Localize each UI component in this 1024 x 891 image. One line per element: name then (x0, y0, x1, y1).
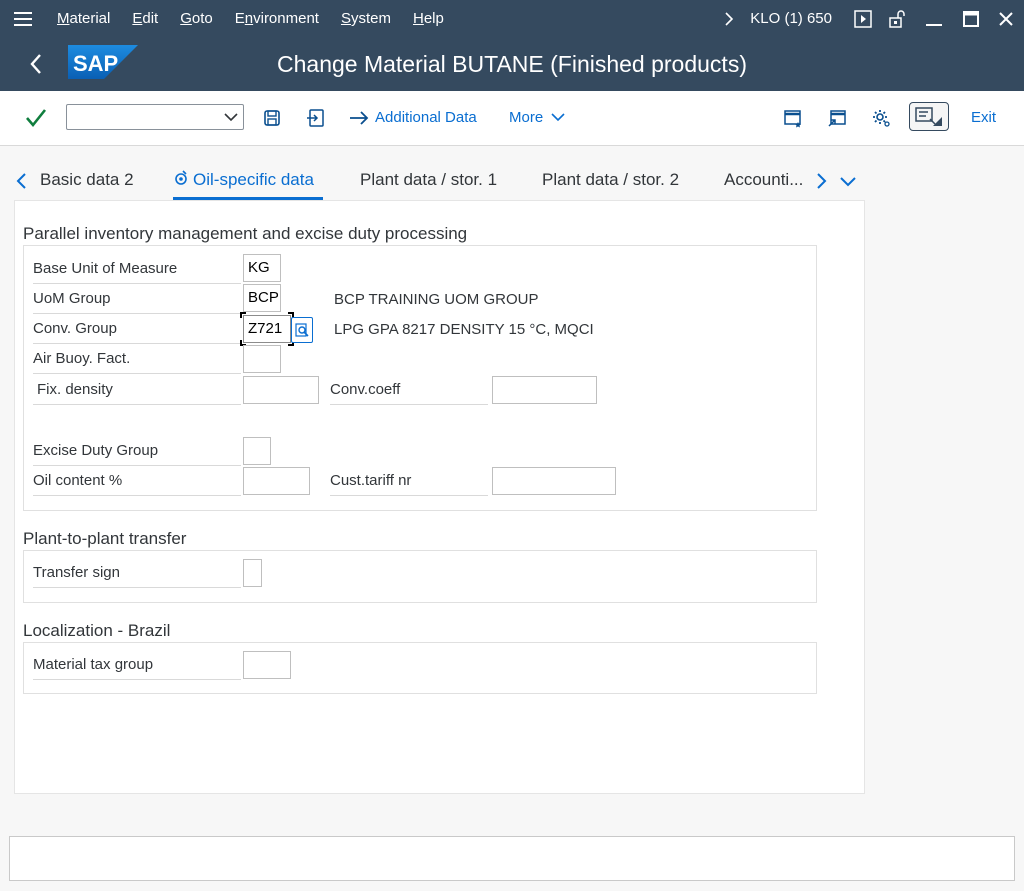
chevron-down-icon (551, 113, 565, 122)
lock-icon[interactable] (880, 0, 914, 37)
base-uom-label: Base Unit of Measure (33, 254, 241, 284)
tab-plant-data-stor-2[interactable]: Plant data / stor. 2 (542, 170, 679, 190)
uom-group-field[interactable]: BCP (243, 284, 281, 312)
tab-oil-specific-data[interactable]: Oil-specific data (173, 170, 314, 190)
focus-corner-tl (240, 312, 246, 318)
air-buoy-label: Air Buoy. Fact. (33, 344, 241, 374)
arrow-right-icon[interactable] (348, 107, 370, 129)
tab-strip: Basic data 2 Oil-specific data Plant dat… (0, 160, 870, 200)
additional-data-button[interactable]: Additional Data (375, 109, 477, 126)
transfer-sign-label: Transfer sign (33, 558, 241, 588)
excise-duty-group-field[interactable] (243, 437, 271, 465)
uom-group-label: UoM Group (33, 284, 241, 314)
conv-coeff-label: Conv.coeff (330, 375, 488, 405)
menu-system[interactable]: System (330, 10, 402, 27)
tab-list-chevron-down-icon[interactable] (839, 172, 857, 190)
chevron-right-icon[interactable] (712, 0, 746, 37)
fix-density-label: Fix. density (33, 375, 241, 405)
command-field[interactable] (66, 104, 244, 130)
toggle-icon[interactable] (909, 102, 949, 131)
close-icon[interactable] (988, 0, 1024, 37)
menu-goto[interactable]: Goto (169, 10, 224, 27)
maximize-icon[interactable] (954, 0, 988, 37)
checkmark-icon[interactable] (24, 107, 50, 131)
transfer-sign-field[interactable] (243, 559, 262, 587)
menu-edit[interactable]: Edit (121, 10, 169, 27)
tab-scroll-right-icon[interactable] (812, 172, 830, 190)
status-bar (9, 836, 1015, 881)
title-bar: SAP Change Material BUTANE (Finished pro… (0, 37, 1024, 91)
menu-bar: Material Edit Goto Environment System He… (0, 0, 1024, 37)
page-title: Change Material BUTANE (Finished product… (277, 51, 747, 77)
menu-help[interactable]: Help (402, 10, 455, 27)
oil-content-label: Oil content % (33, 466, 241, 496)
oil-content-field[interactable] (243, 467, 310, 495)
conv-group-label: Conv. Group (33, 314, 241, 344)
settings-icon[interactable] (870, 107, 892, 129)
tab-plant-data-stor-1[interactable]: Plant data / stor. 1 (360, 170, 497, 190)
generate-shortcut-icon[interactable] (826, 107, 848, 129)
conv-group-description: LPG GPA 8217 DENSITY 15 °C, MQCI (334, 321, 594, 338)
application-toolbar: Additional Data More Exit (0, 91, 1024, 146)
save-icon[interactable] (261, 107, 283, 129)
tab-basic-data-2[interactable]: Basic data 2 (40, 170, 134, 190)
material-tax-group-field[interactable] (243, 651, 291, 679)
menu-environment[interactable]: Environment (224, 10, 330, 27)
menu-icon[interactable] (0, 0, 46, 37)
exit-button[interactable]: Exit (971, 109, 996, 126)
menu-material[interactable]: Material (46, 10, 121, 27)
tab-oil-specific-label: Oil-specific data (193, 170, 314, 189)
cust-tariff-field[interactable] (492, 467, 616, 495)
more-label: More (509, 109, 544, 126)
oil-tab-icon (175, 170, 187, 185)
minimize-icon[interactable] (914, 0, 954, 37)
uom-group-description: BCP TRAINING UOM GROUP (334, 291, 539, 308)
parallel-inventory-title: Parallel inventory management and excise… (23, 224, 468, 243)
fix-density-field[interactable] (243, 376, 319, 404)
tab-accounting[interactable]: Accounti... (724, 170, 803, 190)
system-info[interactable]: KLO (1) 650 (746, 10, 846, 27)
new-window-icon[interactable] (782, 107, 804, 129)
conv-group-field[interactable]: Z721 (243, 315, 291, 343)
conv-coeff-field[interactable] (492, 376, 597, 404)
excise-duty-group-label: Excise Duty Group (33, 436, 241, 466)
more-button[interactable]: More (509, 109, 565, 126)
tab-scroll-left-icon[interactable] (13, 172, 31, 190)
base-uom-field[interactable]: KG (243, 254, 281, 282)
air-buoy-field[interactable] (243, 345, 281, 373)
plant-transfer-title: Plant-to-plant transfer (23, 529, 187, 548)
play-icon[interactable] (846, 0, 880, 37)
cust-tariff-label: Cust.tariff nr (330, 466, 488, 496)
shortcut-icon[interactable] (305, 107, 327, 129)
dropdown-icon[interactable] (223, 109, 239, 125)
search-help-icon[interactable] (291, 317, 313, 343)
localization-brazil-title: Localization - Brazil (23, 621, 171, 640)
material-tax-group-label: Material tax group (33, 650, 241, 680)
